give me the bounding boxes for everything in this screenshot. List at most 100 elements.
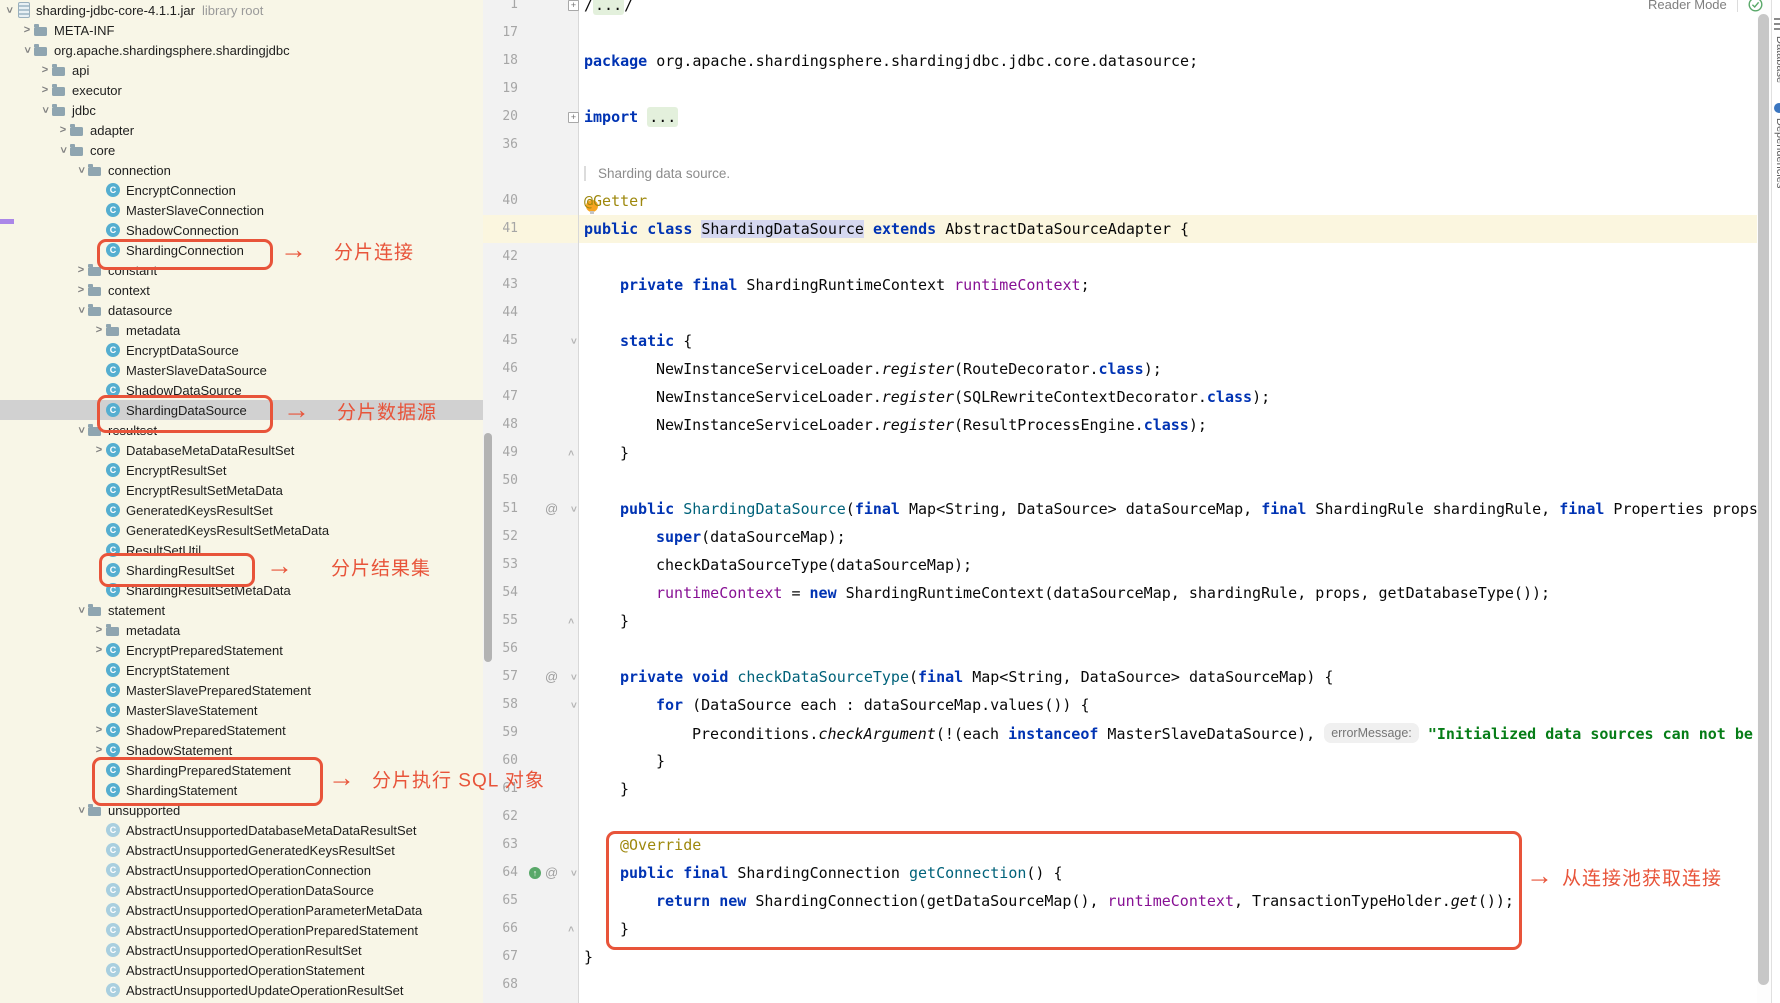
- chevron-closed-icon[interactable]: >: [92, 643, 106, 657]
- chevron-closed-icon[interactable]: >: [92, 723, 106, 737]
- tree-row-sharding-jdbc-core-4.1.1.jar[interactable]: >sharding-jdbc-core-4.1.1.jarlibrary roo…: [0, 0, 483, 20]
- code-line[interactable]: }: [656, 747, 665, 775]
- code-line[interactable]: import ...: [584, 103, 678, 131]
- line-number[interactable]: 45: [483, 327, 518, 355]
- tree-row-adapter[interactable]: >adapter: [0, 120, 483, 140]
- tree-row-unsupported[interactable]: >unsupported: [0, 800, 483, 820]
- line-number[interactable]: 59: [483, 719, 518, 747]
- editor-scrollbar[interactable]: [1757, 0, 1771, 1003]
- tree-row-EncryptResultSet[interactable]: >CEncryptResultSet: [0, 460, 483, 480]
- chevron-open-icon[interactable]: >: [74, 803, 88, 817]
- tree-row-AbstractUnsupportedGeneratedKeysResultSet[interactable]: >CAbstractUnsupportedGeneratedKeysResult…: [0, 840, 483, 860]
- chevron-open-icon[interactable]: >: [74, 163, 88, 177]
- chevron-closed-icon[interactable]: >: [92, 623, 106, 637]
- chevron-open-icon[interactable]: >: [20, 43, 34, 57]
- chevron-closed-icon[interactable]: >: [20, 23, 34, 37]
- line-number[interactable]: 36: [483, 131, 518, 159]
- tab-dependencies[interactable]: Dependencies: [1774, 118, 1780, 188]
- tree-row-AbstractUnsupportedOperationPreparedStatement[interactable]: >CAbstractUnsupportedOperationPreparedSt…: [0, 920, 483, 940]
- code-line[interactable]: }: [584, 943, 593, 971]
- tree-row-ShadowPreparedStatement[interactable]: >CShadowPreparedStatement: [0, 720, 483, 740]
- line-number[interactable]: 41: [483, 215, 518, 243]
- tree-row-statement[interactable]: >statement: [0, 600, 483, 620]
- code-line[interactable]: @Getter: [584, 187, 647, 215]
- tree-row-MasterSlaveDataSource[interactable]: >CMasterSlaveDataSource: [0, 360, 483, 380]
- code-line[interactable]: NewInstanceServiceLoader.register(RouteD…: [656, 355, 1162, 383]
- tree-row-DatabaseMetaDataResultSet[interactable]: >CDatabaseMetaDataResultSet: [0, 440, 483, 460]
- code-line[interactable]: for (DataSource each : dataSourceMap.val…: [656, 691, 1089, 719]
- fold-marker-close-icon[interactable]: >: [559, 924, 587, 935]
- code-line[interactable]: NewInstanceServiceLoader.register(SQLRew…: [656, 383, 1270, 411]
- reader-mode-toggle[interactable]: Reader Mode: [1648, 0, 1727, 12]
- chevron-closed-icon[interactable]: >: [74, 263, 88, 277]
- code-line[interactable]: }: [620, 775, 629, 803]
- fold-marker-close-icon[interactable]: >: [559, 448, 587, 459]
- rendered-doc-comment[interactable]: Sharding data source.: [584, 159, 730, 187]
- line-number[interactable]: 18: [483, 47, 518, 75]
- line-number[interactable]: 44: [483, 299, 518, 327]
- fold-marker-open-icon[interactable]: >: [559, 868, 587, 879]
- tree-row-connection[interactable]: >connection: [0, 160, 483, 180]
- tab-database[interactable]: Database: [1774, 36, 1780, 83]
- tree-row-datasource[interactable]: >datasource: [0, 300, 483, 320]
- code-line[interactable]: checkDataSourceType(dataSourceMap);: [656, 551, 972, 579]
- line-number[interactable]: 47: [483, 383, 518, 411]
- line-number[interactable]: 43: [483, 271, 518, 299]
- tree-row-GeneratedKeysResultSet[interactable]: >CGeneratedKeysResultSet: [0, 500, 483, 520]
- tree-row-AbstractUnsupportedOperationConnection[interactable]: >CAbstractUnsupportedOperationConnection: [0, 860, 483, 880]
- tree-row-context[interactable]: >context: [0, 280, 483, 300]
- line-number[interactable]: 58: [483, 691, 518, 719]
- overriding-method-icon[interactable]: ↑: [529, 867, 541, 879]
- tree-row-EncryptConnection[interactable]: >CEncryptConnection: [0, 180, 483, 200]
- line-number[interactable]: 57: [483, 663, 518, 691]
- chevron-closed-icon[interactable]: >: [56, 123, 70, 137]
- tree-row-api[interactable]: >api: [0, 60, 483, 80]
- tree-row-EncryptStatement[interactable]: >CEncryptStatement: [0, 660, 483, 680]
- inspections-ok-icon[interactable]: [1748, 0, 1763, 12]
- code-line[interactable]: package org.apache.shardingsphere.shardi…: [584, 47, 1198, 75]
- chevron-open-icon[interactable]: >: [74, 603, 88, 617]
- fold-marker-open-icon[interactable]: >: [559, 700, 587, 711]
- tree-row-org.apache.shardingsphere.shardingjdbc[interactable]: >org.apache.shardingsphere.shardingjdbc: [0, 40, 483, 60]
- tree-row-executor[interactable]: >executor: [0, 80, 483, 100]
- code-line[interactable]: public ShardingDataSource(final Map<Stri…: [620, 495, 1757, 523]
- chevron-closed-icon[interactable]: >: [92, 743, 106, 757]
- code-line[interactable]: return new ShardingConnection(getDataSou…: [656, 887, 1514, 915]
- tree-row-AbstractUnsupportedOperationDataSource[interactable]: >CAbstractUnsupportedOperationDataSource: [0, 880, 483, 900]
- line-number[interactable]: 62: [483, 803, 518, 831]
- line-number[interactable]: 66: [483, 915, 518, 943]
- fold-marker-open-icon[interactable]: >: [559, 504, 587, 515]
- tree-row-ShadowStatement[interactable]: >CShadowStatement: [0, 740, 483, 760]
- tree-row-MasterSlaveStatement[interactable]: >CMasterSlaveStatement: [0, 700, 483, 720]
- editor-scrollbar-thumb[interactable]: [1758, 14, 1769, 985]
- tree-row-EncryptPreparedStatement[interactable]: >CEncryptPreparedStatement: [0, 640, 483, 660]
- fold-marker-plus-icon[interactable]: +: [568, 0, 579, 11]
- code-line[interactable]: private final ShardingRuntimeContext run…: [620, 271, 1090, 299]
- line-number[interactable]: 68: [483, 971, 518, 999]
- line-number[interactable]: 42: [483, 243, 518, 271]
- tree-row-AbstractUnsupportedOperationResultSet[interactable]: >CAbstractUnsupportedOperationResultSet: [0, 940, 483, 960]
- code-line[interactable]: }: [620, 607, 629, 635]
- code-line[interactable]: }: [620, 915, 629, 943]
- tree-row-EncryptResultSetMetaData[interactable]: >CEncryptResultSetMetaData: [0, 480, 483, 500]
- tree-row-AbstractUnsupportedDatabaseMetaDataResultSet[interactable]: >CAbstractUnsupportedDatabaseMetaDataRes…: [0, 820, 483, 840]
- code-line[interactable]: /.../: [584, 0, 633, 19]
- code-line[interactable]: super(dataSourceMap);: [656, 523, 846, 551]
- tree-row-GeneratedKeysResultSetMetaData[interactable]: >CGeneratedKeysResultSetMetaData: [0, 520, 483, 540]
- code-editor[interactable]: /.../ package org.apache.shardingsphere.s…: [579, 0, 1757, 1003]
- tree-row-EncryptDataSource[interactable]: >CEncryptDataSource: [0, 340, 483, 360]
- line-number[interactable]: 17: [483, 19, 518, 47]
- chevron-open-icon[interactable]: >: [74, 303, 88, 317]
- chevron-closed-icon[interactable]: >: [74, 283, 88, 297]
- tree-row-jdbc[interactable]: >jdbc: [0, 100, 483, 120]
- line-number[interactable]: 19: [483, 75, 518, 103]
- project-tree-scrollbar[interactable]: [484, 433, 492, 662]
- code-line[interactable]: NewInstanceServiceLoader.register(Result…: [656, 411, 1207, 439]
- tree-row-metadata[interactable]: >metadata: [0, 620, 483, 640]
- tree-row-MasterSlaveConnection[interactable]: >CMasterSlaveConnection: [0, 200, 483, 220]
- fold-marker-close-icon[interactable]: >: [559, 616, 587, 627]
- code-line[interactable]: }: [620, 439, 629, 467]
- line-number[interactable]: 40: [483, 187, 518, 215]
- chevron-open-icon[interactable]: >: [74, 423, 88, 437]
- chevron-closed-icon[interactable]: >: [38, 83, 52, 97]
